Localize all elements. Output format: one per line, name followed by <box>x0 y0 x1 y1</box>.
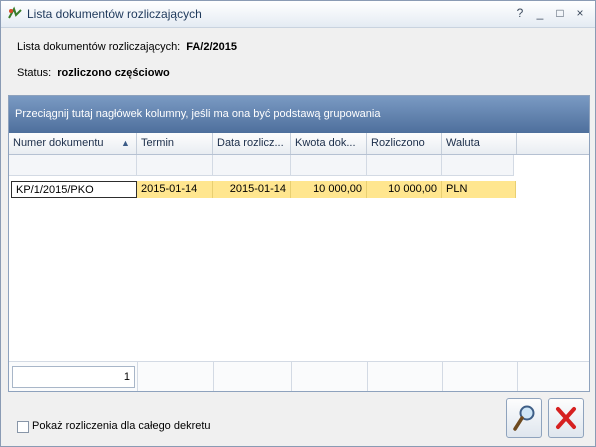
footer-divider <box>137 362 138 391</box>
row-count: 1 <box>12 366 135 388</box>
column-header-settle-date[interactable]: Data rozlicz... <box>213 133 291 154</box>
cell-currency[interactable]: PLN <box>442 181 516 198</box>
cell-settled[interactable]: 10 000,00 <box>367 181 442 198</box>
minimize-button[interactable]: _ <box>531 5 549 21</box>
footer-divider <box>517 362 518 391</box>
sort-ascending-icon: ▲ <box>121 138 130 148</box>
filter-cell[interactable] <box>137 155 213 175</box>
column-header-number[interactable]: Numer dokumentu ▲ <box>9 133 137 154</box>
filter-cell[interactable] <box>9 155 137 175</box>
filter-cell[interactable] <box>367 155 442 175</box>
cell-number[interactable]: KP/1/2015/PKO <box>11 181 137 198</box>
status-value: rozliczono częściowo <box>57 67 170 79</box>
document-info: Lista dokumentów rozliczających: FA/2/201… <box>17 41 237 53</box>
document-number: FA/2/2015 <box>186 41 238 53</box>
document-label: Lista dokumentów rozliczających: <box>17 41 181 53</box>
filter-cell[interactable] <box>442 155 514 175</box>
filter-cell[interactable] <box>213 155 291 175</box>
dialog-window: Lista dokumentów rozliczających ? _ □ × … <box>0 0 596 447</box>
maximize-button[interactable]: □ <box>551 5 569 21</box>
footer-divider <box>213 362 214 391</box>
show-all-settlements-checkbox[interactable] <box>17 421 29 433</box>
column-header-currency[interactable]: Waluta <box>442 133 517 154</box>
group-by-panel[interactable]: Przeciągnij tutaj nagłówek kolumny, jeśl… <box>9 96 589 133</box>
grid-header: Numer dokumentu ▲ Termin Data rozlicz...… <box>9 133 589 155</box>
footer-divider <box>367 362 368 391</box>
close-window-button[interactable]: × <box>571 5 589 21</box>
title-bar: Lista dokumentów rozliczających ? _ □ × <box>1 1 595 28</box>
footer-divider <box>291 362 292 391</box>
filter-row[interactable] <box>9 155 514 176</box>
app-icon <box>8 6 22 19</box>
cell-due[interactable]: 2015-01-14 <box>137 181 213 198</box>
documents-grid: Przeciągnij tutaj nagłówek kolumny, jeśl… <box>8 95 590 392</box>
close-icon <box>556 407 576 429</box>
column-header-due[interactable]: Termin <box>137 133 213 154</box>
column-label: Numer dokumentu <box>13 137 104 149</box>
cell-amount[interactable]: 10 000,00 <box>291 181 367 198</box>
status-info: Status: rozliczono częściowo <box>17 67 170 79</box>
cell-settle-date[interactable]: 2015-01-14 <box>213 181 291 198</box>
help-button[interactable]: ? <box>511 5 529 21</box>
column-header-amount[interactable]: Kwota dok... <box>291 133 367 154</box>
grid-footer: 1 <box>9 361 589 391</box>
window-title: Lista dokumentów rozliczających <box>27 7 202 21</box>
search-button[interactable] <box>506 398 542 438</box>
footer-divider <box>442 362 443 391</box>
group-by-hint: Przeciągnij tutaj nagłówek kolumny, jeśl… <box>15 108 381 120</box>
status-label: Status: <box>17 67 52 79</box>
filter-cell[interactable] <box>291 155 367 175</box>
search-icon <box>513 405 535 431</box>
column-header-settled[interactable]: Rozliczono <box>367 133 442 154</box>
close-button[interactable] <box>548 398 584 438</box>
table-row[interactable]: KP/1/2015/PKO 2015-01-14 2015-01-14 10 0… <box>11 181 516 198</box>
show-all-settlements-label: Pokaż rozliczenia dla całego dekretu <box>32 420 211 432</box>
